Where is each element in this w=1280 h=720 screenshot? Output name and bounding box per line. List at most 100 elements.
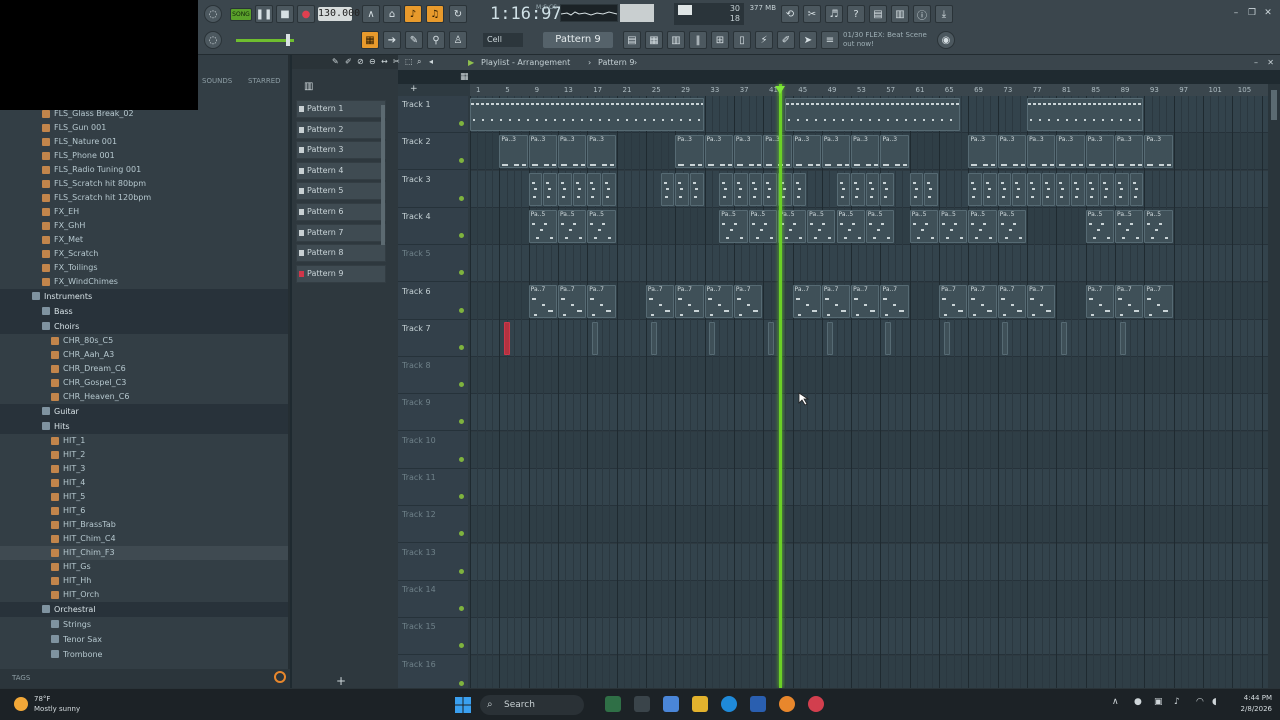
pattern-item[interactable]: Pattern 5: [296, 182, 386, 201]
pattern-clip[interactable]: Pa..3: [1027, 135, 1056, 169]
browser-file[interactable]: HIT_Gs: [0, 560, 288, 574]
mute-tool-icon[interactable]: ⊖: [369, 57, 376, 66]
song-mode-toggle[interactable]: SONG: [230, 8, 252, 21]
hit-clip[interactable]: [1061, 321, 1068, 355]
pencil-icon[interactable]: ✎: [405, 31, 423, 49]
select-tool-icon[interactable]: ⬚: [405, 57, 413, 66]
browser-file[interactable]: HIT_BrassTab: [0, 518, 288, 532]
pattern-clip[interactable]: Pa..7: [997, 284, 1027, 318]
hit-clip[interactable]: [767, 321, 774, 355]
pattern-clip[interactable]: Pa..3: [499, 135, 528, 169]
scroll-thumb[interactable]: [1271, 90, 1277, 120]
track-lane[interactable]: [470, 431, 1268, 469]
copilot-icon[interactable]: [605, 696, 621, 712]
restore-icon[interactable]: ❐: [1246, 8, 1258, 18]
pattern-clip[interactable]: [1115, 172, 1129, 206]
pattern-clip[interactable]: Pa..7: [939, 284, 968, 318]
pattern-clip[interactable]: Pa..5: [528, 209, 557, 243]
track-lane[interactable]: [470, 580, 1268, 618]
app-icon[interactable]: [808, 696, 824, 712]
pattern-clip[interactable]: Pa..3: [557, 135, 587, 169]
pattern-clip[interactable]: Pa..3: [1056, 135, 1085, 169]
close-icon[interactable]: ✕: [1262, 8, 1274, 18]
track-mute-led[interactable]: [459, 382, 464, 388]
tempo-display[interactable]: 130.000: [318, 7, 360, 21]
store-icon[interactable]: [750, 696, 766, 712]
zoom-tool-icon[interactable]: ⌕: [417, 57, 421, 67]
browser-file[interactable]: FLS_Nature 001: [0, 135, 288, 149]
task-view-icon[interactable]: [634, 696, 650, 712]
track-mute-led[interactable]: [459, 158, 464, 164]
pattern-clip[interactable]: [470, 98, 704, 131]
browser-file[interactable]: HIT_Chim_F3: [0, 546, 288, 560]
pattern-clip[interactable]: Pa..7: [704, 284, 733, 318]
tray-app-icon-2[interactable]: ▣: [1154, 697, 1166, 711]
countdown-icon[interactable]: ♪: [404, 5, 422, 23]
tray-app-icon[interactable]: ●: [1134, 697, 1146, 711]
track-header[interactable]: Track 11: [398, 469, 468, 506]
track-lane[interactable]: [470, 543, 1268, 581]
track-mute-led[interactable]: [459, 307, 464, 313]
link-icon[interactable]: ⚲: [427, 31, 445, 49]
browser-file[interactable]: HIT_5: [0, 490, 288, 504]
browser-folder[interactable]: Tenor Sax: [0, 632, 288, 647]
browser-file[interactable]: FX_Toilings: [0, 261, 288, 275]
pattern-clip[interactable]: Pa..7: [792, 284, 821, 318]
pattern-clip[interactable]: [785, 98, 961, 131]
paint-tool-icon[interactable]: ✐: [345, 57, 352, 66]
browser-folder[interactable]: Instruments: [0, 289, 288, 304]
pattern-clip[interactable]: Pa..7: [587, 284, 616, 318]
pattern-clip[interactable]: [1027, 98, 1144, 131]
send-icon[interactable]: ➤: [799, 31, 817, 49]
pattern-clip[interactable]: [719, 172, 733, 206]
step-edit-icon[interactable]: ⌂: [383, 5, 401, 23]
pattern-clip[interactable]: Pa..5: [997, 209, 1027, 243]
pattern-clip[interactable]: [1085, 172, 1100, 206]
track-header[interactable]: Track 6: [398, 283, 468, 320]
snap-selector[interactable]: Cell: [483, 33, 523, 47]
tags-label[interactable]: TAGS: [12, 674, 30, 682]
track-header[interactable]: Track 4: [398, 208, 468, 245]
timeline-ruler[interactable]: 1 5 9 13 17 21 25 29 33 37 41 45 49 53 57 61 65 69 73 77 81 8…: [470, 84, 1268, 96]
track-header[interactable]: Track 2: [398, 133, 468, 171]
browser-file[interactable]: CHR_Heaven_C6: [0, 390, 288, 404]
pattern-clip[interactable]: Pa..5: [939, 209, 968, 243]
browser-folder[interactable]: Hits: [0, 419, 288, 434]
pattern-clip[interactable]: [836, 172, 851, 206]
pattern-clip[interactable]: Pa..7: [821, 284, 851, 318]
help-icon[interactable]: ?: [847, 5, 865, 23]
browser-folder[interactable]: Guitar: [0, 404, 288, 419]
pattern-clip[interactable]: [675, 172, 689, 206]
track-mute-led[interactable]: [459, 531, 464, 537]
pattern-clip[interactable]: Pa..3: [763, 135, 792, 169]
track-lane[interactable]: [470, 469, 1268, 506]
news-icon[interactable]: ◉: [937, 31, 955, 49]
pattern-clip[interactable]: Pa..5: [748, 209, 777, 243]
hit-clip[interactable]: [1119, 321, 1126, 355]
track-header[interactable]: Track 15: [398, 618, 468, 656]
pattern-item[interactable]: Pattern 6: [296, 203, 386, 221]
pattern-clip[interactable]: Pa..7: [1085, 284, 1115, 318]
pattern-clip[interactable]: [528, 172, 543, 206]
browser-file[interactable]: HIT_Chim_C4: [0, 532, 288, 546]
pattern-clip[interactable]: Pa..5: [968, 209, 997, 243]
browser-file[interactable]: FLS_Radio Tuning 001: [0, 163, 288, 177]
browser-file[interactable]: FLS_Scratch hit 120bpm: [0, 191, 288, 205]
pattern-clip[interactable]: [572, 172, 587, 206]
pattern-item[interactable]: Pattern 1: [296, 100, 386, 118]
playhead[interactable]: [779, 84, 782, 688]
browser-file[interactable]: CHR_Gospel_C3: [0, 376, 288, 390]
pattern-clip[interactable]: [924, 172, 939, 206]
browser-file[interactable]: FX_Scratch: [0, 247, 288, 261]
edge-icon[interactable]: [721, 696, 737, 712]
browser-file[interactable]: FX_EH: [0, 205, 288, 219]
pattern-clip[interactable]: Pa..7: [675, 284, 704, 318]
undo-icon[interactable]: ⟲: [781, 5, 799, 23]
slip-tool-icon[interactable]: ↔: [381, 57, 388, 66]
pattern-clip[interactable]: Pa..7: [557, 284, 587, 318]
track-header[interactable]: Track 10: [398, 432, 468, 469]
file-icon[interactable]: ▯: [733, 31, 751, 49]
save-icon[interactable]: ▤: [869, 5, 887, 23]
mixer-icon[interactable]: ✂: [803, 5, 821, 23]
pattern-clip[interactable]: Pa..3: [997, 135, 1027, 169]
